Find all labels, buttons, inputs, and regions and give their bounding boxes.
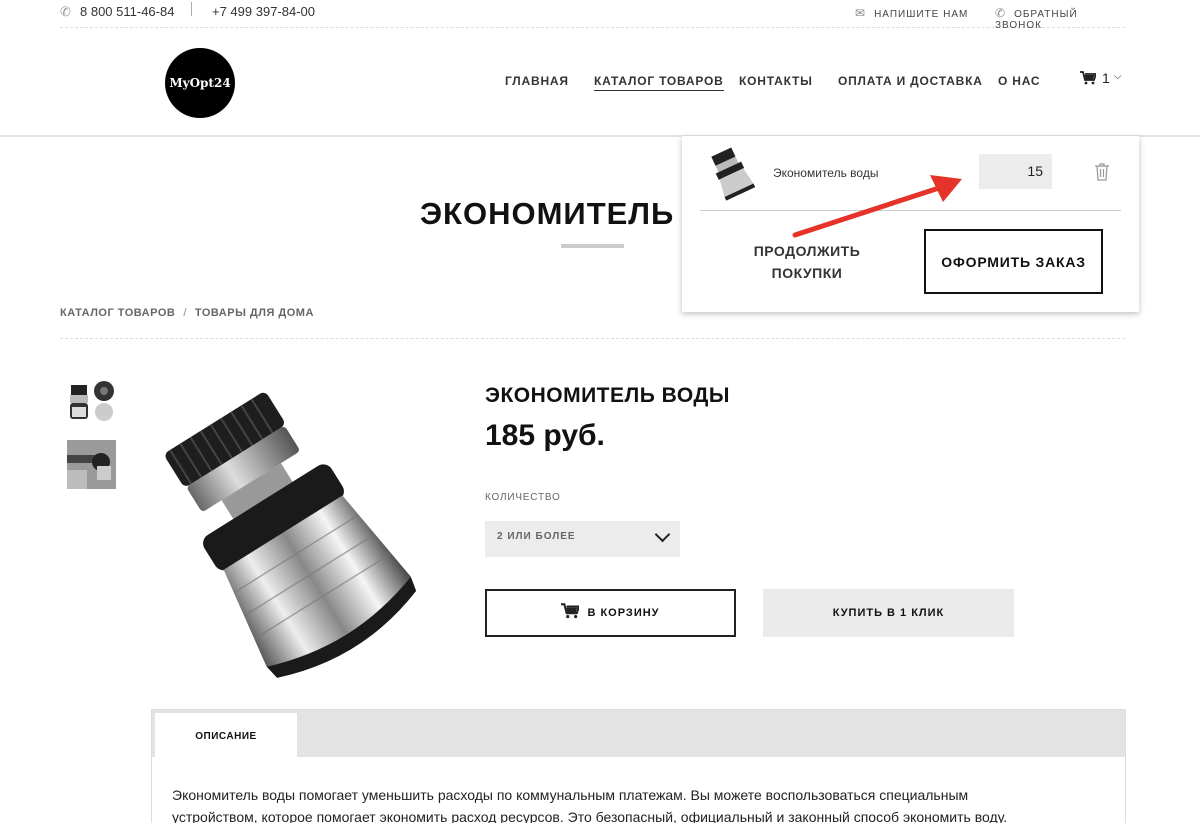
page-title: ЭКОНОМИТЕЛЬ В [420,196,708,231]
quantity-select[interactable]: 2 ИЛИ БОЛЕЕ [485,521,680,557]
tabs-bar [152,710,1125,757]
cart-count[interactable]: 1 [1102,70,1110,86]
site-header: MyOpt24 ГЛАВНАЯ КАТАЛОГ ТОВАРОВ КОНТАКТЫ… [0,29,1200,137]
cart-icon[interactable] [1080,71,1098,88]
description-text: Экономитель воды помогает уменьшить расх… [172,784,1112,823]
breadcrumb-catalog[interactable]: КАТАЛОГ ТОВАРОВ [60,307,175,319]
chevron-down-icon[interactable]: ⌵ [1114,71,1122,82]
breadcrumb: КАТАЛОГ ТОВАРОВ / ТОВАРЫ ДЛЯ ДОМА [60,307,314,319]
phone-divider [191,2,192,16]
nav-contacts[interactable]: КОНТАКТЫ [739,74,813,88]
product-thumbnail-2[interactable] [67,440,116,489]
phone-primary-text: 8 800 511-46-84 [80,4,175,19]
callback-label: ОБРАТНЫЙ ЗВОНОК [995,9,1078,31]
phone-primary[interactable]: ✆ 8 800 511-46-84 [60,4,174,20]
buy-one-click-button[interactable]: КУПИТЬ В 1 КЛИК [763,589,1014,637]
cart-item-name[interactable]: Экономитель воды [773,166,878,180]
phone-secondary[interactable]: +7 499 397-84-00 [212,4,315,19]
cart-item-quantity-input[interactable]: 15 [979,154,1052,189]
write-us-link[interactable]: ✉ НАПИШИТЕ НАМ [855,6,968,20]
breadcrumb-separator: / [183,307,187,319]
nav-about[interactable]: О НАС [998,74,1040,88]
mail-icon: ✉ [855,6,867,20]
phone-callback-icon: ✆ [995,6,1007,20]
nav-catalog[interactable]: КАТАЛОГ ТОВАРОВ [594,74,724,91]
description-line-1: Экономитель воды помогает уменьшить расх… [172,787,969,803]
add-to-cart-label: В КОРЗИНУ [587,607,660,619]
quantity-select-value: 2 ИЛИ БОЛЕЕ [497,531,576,542]
site-logo[interactable]: MyOpt24 [165,48,235,118]
quantity-label: КОЛИЧЕСТВО [485,492,561,503]
product-name: ЭКОНОМИТЕЛЬ ВОДЫ [485,384,730,407]
top-bar: ✆ 8 800 511-46-84 +7 499 397-84-00 ✉ НАПИШ… [60,0,1125,31]
trash-icon[interactable] [1094,163,1110,181]
checkout-button[interactable]: ОФОРМИТЬ ЗАКАЗ [924,229,1103,294]
product-thumbnail-1[interactable] [67,379,116,428]
product-price: 185 руб. [485,419,605,452]
product-main-image[interactable] [150,372,455,682]
continue-shopping-line-2: ПОКУПКИ [771,265,843,281]
cart-item-thumbnail [704,144,759,202]
add-to-cart-button[interactable]: В КОРЗИНУ [485,589,736,637]
tab-description[interactable]: ОПИСАНИЕ [155,713,297,759]
breadcrumb-home-goods[interactable]: ТОВАРЫ ДЛЯ ДОМА [195,307,314,319]
write-us-label: НАПИШИТЕ НАМ [874,9,969,20]
chevron-down-icon [654,526,671,543]
continue-shopping-button[interactable]: ПРОДОЛЖИТЬ ПОКУПКИ [742,240,872,284]
phone-icon: ✆ [60,4,71,19]
description-line-2: устройством, которое помогает экономить … [172,809,1008,823]
callback-link[interactable]: ✆ ОБРАТНЫЙ ЗВОНОК [995,6,1125,31]
cart-popup: Экономитель воды 15 ПРОДОЛЖИТЬ ПОКУПКИ О… [682,136,1139,312]
title-underline [561,244,624,248]
cart-icon [561,602,581,624]
nav-home[interactable]: ГЛАВНАЯ [505,74,569,88]
product-tabs: ОПИСАНИЕ Экономитель воды помогает умень… [151,709,1126,823]
divider [60,338,1125,339]
nav-payment-delivery[interactable]: ОПЛАТА И ДОСТАВКА [838,74,983,88]
continue-shopping-line-1: ПРОДОЛЖИТЬ [753,243,861,259]
cart-popup-divider [700,210,1121,211]
